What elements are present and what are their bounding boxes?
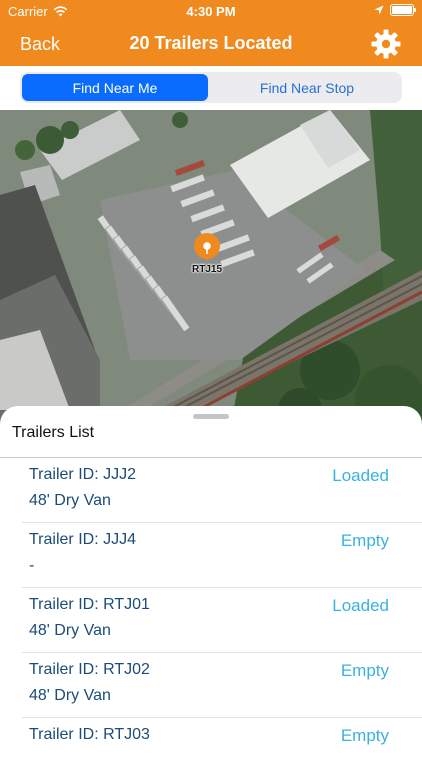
clock: 4:30 PM — [186, 4, 236, 19]
trailer-type: 48' Dry Van — [29, 492, 111, 509]
segment-container: Find Near Me Find Near Stop — [0, 66, 422, 110]
trailers-sheet: Trailers List Trailer ID: JJJ2 48' Dry V… — [0, 406, 422, 750]
trailer-type: - — [29, 557, 35, 574]
trailer-id: Trailer ID: JJJ4 — [29, 531, 136, 548]
trailer-status: Loaded — [332, 466, 389, 485]
find-near-me-segment[interactable]: Find Near Me — [22, 74, 208, 101]
trailer-id: Trailer ID: RTJ03 — [29, 726, 150, 743]
trailer-status: Loaded — [332, 596, 389, 615]
trailer-status: Empty — [340, 531, 389, 550]
trailer-row[interactable]: Trailer ID: RTJ02 48' Dry Van Empty — [0, 653, 422, 718]
sheet-grabber[interactable] — [193, 414, 229, 419]
find-near-stop-segment[interactable]: Find Near Stop — [214, 74, 400, 101]
trailer-type: 48' Dry Van — [29, 622, 111, 639]
trailer-row[interactable]: Trailer ID: JJJ4 - Empty — [0, 523, 422, 588]
trailer-id: Trailer ID: JJJ2 — [29, 466, 136, 483]
page-title: 20 Trailers Located — [129, 33, 293, 53]
location-arrow-icon — [374, 5, 384, 15]
trailer-id: Trailer ID: RTJ01 — [29, 596, 150, 613]
trailer-list: Trailer ID: JJJ2 48' Dry Van Loaded Trai… — [0, 458, 422, 783]
trailer-status: Empty — [340, 661, 389, 680]
trailer-row[interactable]: Trailer ID: JJJ2 48' Dry Van Loaded — [0, 458, 422, 523]
trailer-row[interactable]: Trailer ID: RTJ03 Empty — [0, 718, 422, 783]
gear-icon[interactable] — [370, 28, 402, 60]
trailer-type: 48' Dry Van — [29, 687, 111, 704]
map-pin-label: RTJ15 — [191, 264, 222, 275]
trailer-id: Trailer ID: RTJ02 — [29, 661, 150, 678]
segmented-control: Find Near Me Find Near Stop — [20, 72, 402, 103]
map-view[interactable]: RTJ15 — [0, 110, 422, 430]
status-right — [374, 4, 416, 16]
navigation-bar: Back 20 Trailers Located — [0, 22, 422, 66]
trailer-row[interactable]: Trailer ID: RTJ01 48' Dry Van Loaded — [0, 588, 422, 653]
trailer-status: Empty — [340, 726, 389, 745]
trailers-list-title: Trailers List — [12, 424, 95, 441]
status-bar: Carrier 4:30 PM — [0, 0, 422, 22]
battery-icon — [390, 4, 416, 16]
